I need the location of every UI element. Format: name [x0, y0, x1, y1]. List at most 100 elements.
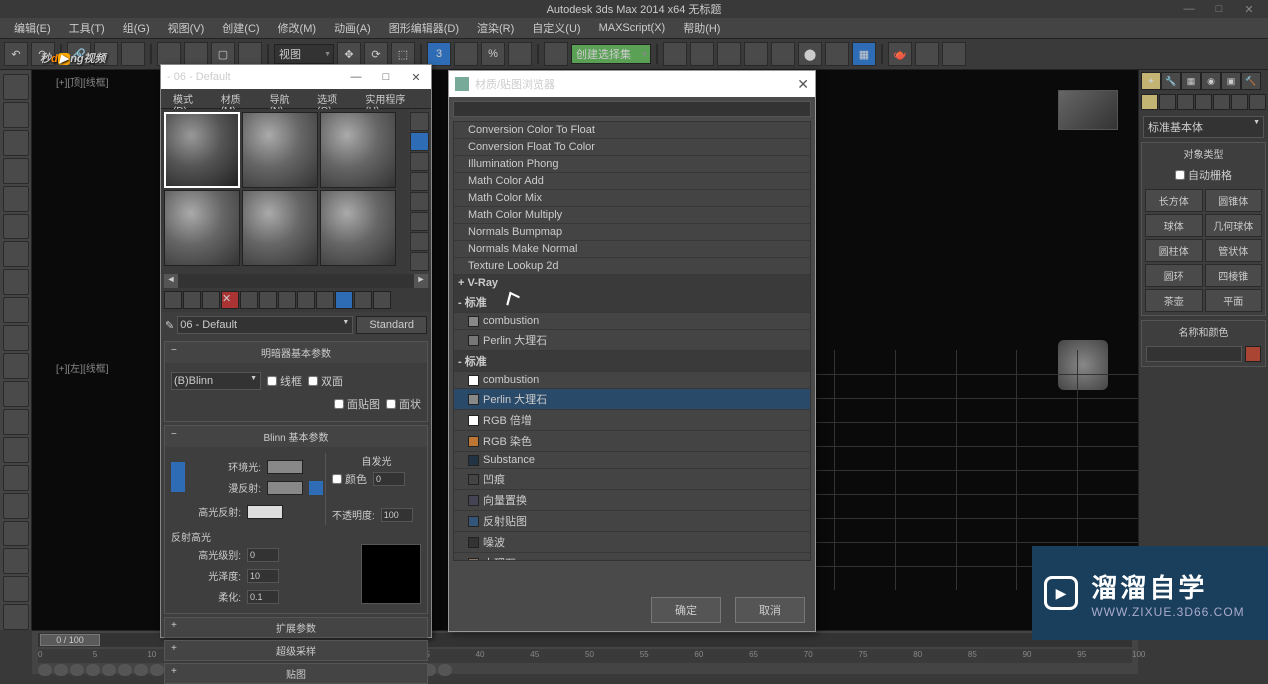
undo-button[interactable]: ↶: [4, 42, 28, 66]
lb-10[interactable]: [3, 325, 29, 351]
menu-edit[interactable]: 编辑(E): [6, 18, 59, 38]
render-iter-button[interactable]: [942, 42, 966, 66]
mt-10[interactable]: [335, 291, 353, 309]
lb-14[interactable]: [3, 437, 29, 463]
lb-4[interactable]: [3, 158, 29, 184]
lb-19[interactable]: [3, 576, 29, 602]
scale-button[interactable]: ⬚: [391, 42, 415, 66]
soften-spinner[interactable]: 0.1: [247, 590, 279, 604]
menu-create[interactable]: 创建(C): [214, 18, 267, 38]
material-name-field[interactable]: 06 - Default: [177, 316, 353, 334]
browser-ok-button[interactable]: 确定: [651, 597, 721, 623]
lb-15[interactable]: [3, 465, 29, 491]
tb-sphere[interactable]: [150, 664, 164, 676]
angle-snap-button[interactable]: [454, 42, 478, 66]
pyramid-button[interactable]: 四棱锥: [1205, 264, 1263, 287]
faceted-checkbox[interactable]: [386, 399, 396, 409]
lb-3[interactable]: [3, 130, 29, 156]
browser-item[interactable]: 凹痕: [454, 469, 810, 490]
browser-item[interactable]: Conversion Color To Float: [454, 122, 810, 139]
mt-1[interactable]: [164, 291, 182, 309]
render-frame-button[interactable]: ▦: [852, 42, 876, 66]
browser-item[interactable]: Perlin 大理石: [454, 330, 810, 351]
name-color-header[interactable]: 名称和颜色: [1142, 321, 1265, 342]
browser-close-button[interactable]: ✕: [797, 76, 809, 93]
me-menu-mode[interactable]: 模式(D): [167, 89, 213, 108]
me-close[interactable]: ✕: [401, 65, 431, 89]
scroll-right[interactable]: ►: [414, 274, 428, 288]
menu-maxscript[interactable]: MAXScript(X): [591, 20, 674, 36]
lights-subtab[interactable]: [1177, 94, 1194, 110]
me-maximize[interactable]: □: [371, 65, 401, 89]
geosphere-button[interactable]: 几何球体: [1205, 214, 1263, 237]
rotate-button[interactable]: ⟳: [364, 42, 388, 66]
align-button[interactable]: [690, 42, 714, 66]
plane-button[interactable]: 平面: [1205, 289, 1263, 312]
extended-params-rollup[interactable]: 扩展参数: [164, 617, 428, 638]
browser-titlebar[interactable]: 材质/贴图浏览器 ✕: [449, 71, 815, 97]
tube-button[interactable]: 管状体: [1205, 239, 1263, 262]
lb-13[interactable]: [3, 409, 29, 435]
mt-2[interactable]: [183, 291, 201, 309]
tb-sphere[interactable]: [86, 664, 100, 676]
me-menu-options[interactable]: 选项(O): [311, 89, 357, 108]
me-side-2[interactable]: [410, 132, 429, 151]
lb-5[interactable]: [3, 186, 29, 212]
browser-cancel-button[interactable]: 取消: [735, 597, 805, 623]
selfillum-checkbox[interactable]: [332, 474, 342, 484]
browser-item[interactable]: combustion: [454, 313, 810, 330]
percent-snap-button[interactable]: %: [481, 42, 505, 66]
autogrid-checkbox[interactable]: [1175, 170, 1185, 180]
browser-item[interactable]: Illumination Phong: [454, 156, 810, 173]
browser-item[interactable]: Conversion Float To Color: [454, 139, 810, 156]
menu-help[interactable]: 帮助(H): [675, 18, 728, 38]
sphere-button[interactable]: 球体: [1145, 214, 1203, 237]
shader-params-header[interactable]: 明暗器基本参数: [165, 342, 427, 363]
material-type-button[interactable]: Standard: [356, 316, 427, 334]
mt-4[interactable]: ✕: [221, 291, 239, 309]
browser-item[interactable]: Math Color Mix: [454, 190, 810, 207]
lock-ambient-icon[interactable]: [171, 462, 185, 492]
tb-sphere[interactable]: [70, 664, 84, 676]
mirror-button[interactable]: [663, 42, 687, 66]
viewport-label-left[interactable]: [+][左][线框]: [56, 360, 109, 375]
primitive-type-dropdown[interactable]: 标准基本体: [1143, 116, 1264, 138]
tb-sphere[interactable]: [102, 664, 116, 676]
lb-17[interactable]: [3, 521, 29, 547]
sample-slot-5[interactable]: [242, 190, 318, 266]
diffuse-map-icon[interactable]: [309, 481, 323, 495]
lb-11[interactable]: [3, 353, 29, 379]
render-prod-button[interactable]: [915, 42, 939, 66]
me-side-3[interactable]: [410, 152, 429, 171]
named-sel-button[interactable]: [544, 42, 568, 66]
space-subtab[interactable]: [1231, 94, 1248, 110]
menu-animation[interactable]: 动画(A): [326, 18, 379, 38]
lb-20[interactable]: [3, 604, 29, 630]
curve-editor-button[interactable]: [744, 42, 768, 66]
browser-item[interactable]: Perlin 大理石: [454, 389, 810, 410]
close-button[interactable]: ✕: [1234, 0, 1264, 18]
browser-item[interactable]: Substance: [454, 452, 810, 469]
geom-subtab[interactable]: [1141, 94, 1158, 110]
opacity-spinner[interactable]: 100: [381, 508, 413, 522]
sample-slot-1[interactable]: [164, 112, 240, 188]
minimize-button[interactable]: —: [1174, 0, 1204, 18]
mt-6[interactable]: [259, 291, 277, 309]
me-side-1[interactable]: [410, 112, 429, 131]
torus-button[interactable]: 圆环: [1145, 264, 1203, 287]
material-editor-button[interactable]: ⬤: [798, 42, 822, 66]
lb-1[interactable]: [3, 74, 29, 100]
2sided-checkbox[interactable]: [308, 376, 318, 386]
speclevel-spinner[interactable]: 0: [247, 548, 279, 562]
browser-item[interactable]: Math Color Multiply: [454, 207, 810, 224]
box-button[interactable]: 长方体: [1145, 189, 1203, 212]
mt-12[interactable]: [373, 291, 391, 309]
shapes-subtab[interactable]: [1159, 94, 1176, 110]
diffuse-swatch[interactable]: [267, 481, 303, 495]
menu-group[interactable]: 组(G): [115, 18, 158, 38]
gloss-spinner[interactable]: 10: [247, 569, 279, 583]
maximize-button[interactable]: □: [1204, 0, 1234, 18]
filter-button[interactable]: [238, 42, 262, 66]
create-tab[interactable]: ✦: [1141, 72, 1161, 90]
browser-item[interactable]: 反射贴图: [454, 511, 810, 532]
